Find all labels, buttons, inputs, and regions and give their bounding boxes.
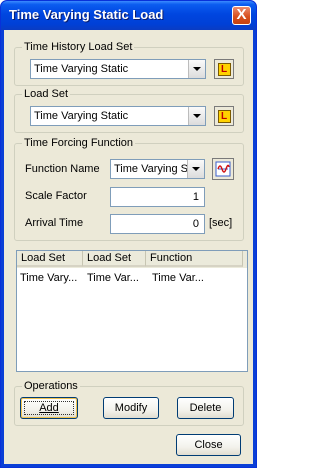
time-history-load-set-value: Time Varying Static <box>34 63 129 75</box>
load-set-label: Load Set <box>22 87 71 101</box>
add-button-label: Add <box>39 402 59 414</box>
operations-group: Operations Add Modify Delete <box>14 379 244 426</box>
time-forcing-function-group: Time Forcing Function Function Name Time… <box>14 136 244 241</box>
modify-button[interactable]: Modify <box>103 397 159 419</box>
time-history-load-set-label: Time History Load Set <box>22 40 135 54</box>
column-header-load-set-2[interactable]: Load Set <box>83 251 146 267</box>
window-title: Time Varying Static Load <box>9 7 164 22</box>
scale-factor-label: Scale Factor <box>25 190 87 202</box>
delete-button-label: Delete <box>189 402 222 414</box>
load-set-group: Load Set Time Varying Static L <box>14 87 244 133</box>
load-set-value: Time Varying Static <box>34 110 129 122</box>
arrival-time-value: 0 <box>192 218 199 230</box>
table-cell: Time Var... <box>152 272 204 284</box>
column-header-load-set[interactable]: Load Set <box>17 251 83 267</box>
time-forcing-function-label: Time Forcing Function <box>22 136 136 150</box>
function-graph-icon <box>215 161 231 177</box>
dialog-body: Time History Load Set Time Varying Stati… <box>4 30 253 464</box>
function-graph-button[interactable] <box>212 158 234 180</box>
add-button[interactable]: Add <box>20 397 78 419</box>
dialog-window: Time Varying Static Load X Time History … <box>0 0 257 468</box>
load-set-button[interactable]: L <box>214 106 234 126</box>
chevron-down-icon[interactable] <box>187 160 204 178</box>
load-list-table[interactable]: Load Set Load Set Function Time Vary... … <box>16 250 248 372</box>
chevron-down-icon[interactable] <box>188 60 205 78</box>
close-button-label: Close <box>194 439 223 451</box>
time-history-load-set-group: Time History Load Set Time Varying Stati… <box>14 40 244 86</box>
scale-factor-input[interactable]: 1 <box>110 187 205 207</box>
function-name-select[interactable]: Time Varying St <box>110 159 205 179</box>
time-history-load-set-button[interactable]: L <box>214 59 234 79</box>
table-cell: Time Vary... <box>20 272 78 284</box>
close-button[interactable]: Close <box>176 434 241 456</box>
arrival-time-input[interactable]: 0 <box>110 214 205 234</box>
scale-factor-value: 1 <box>192 191 199 203</box>
close-window-icon[interactable]: X <box>232 6 251 25</box>
function-name-label: Function Name <box>25 163 100 175</box>
operations-label: Operations <box>22 379 80 393</box>
function-name-value: Time Varying St <box>114 163 189 175</box>
arrival-time-label: Arrival Time <box>25 217 84 229</box>
table-cell: Time Var... <box>87 272 139 284</box>
time-history-load-set-select[interactable]: Time Varying Static <box>30 59 206 79</box>
load-set-icon: L <box>217 62 231 76</box>
table-header: Load Set Load Set Function <box>17 251 247 268</box>
load-set-icon: L <box>217 109 231 123</box>
column-header-function[interactable]: Function <box>146 251 243 267</box>
arrival-time-unit: [sec] <box>209 217 233 229</box>
load-set-select[interactable]: Time Varying Static <box>30 106 206 126</box>
chevron-down-icon[interactable] <box>188 107 205 125</box>
modify-button-label: Modify <box>114 402 148 414</box>
title-bar[interactable]: Time Varying Static Load X <box>1 1 256 30</box>
delete-button[interactable]: Delete <box>177 397 234 419</box>
